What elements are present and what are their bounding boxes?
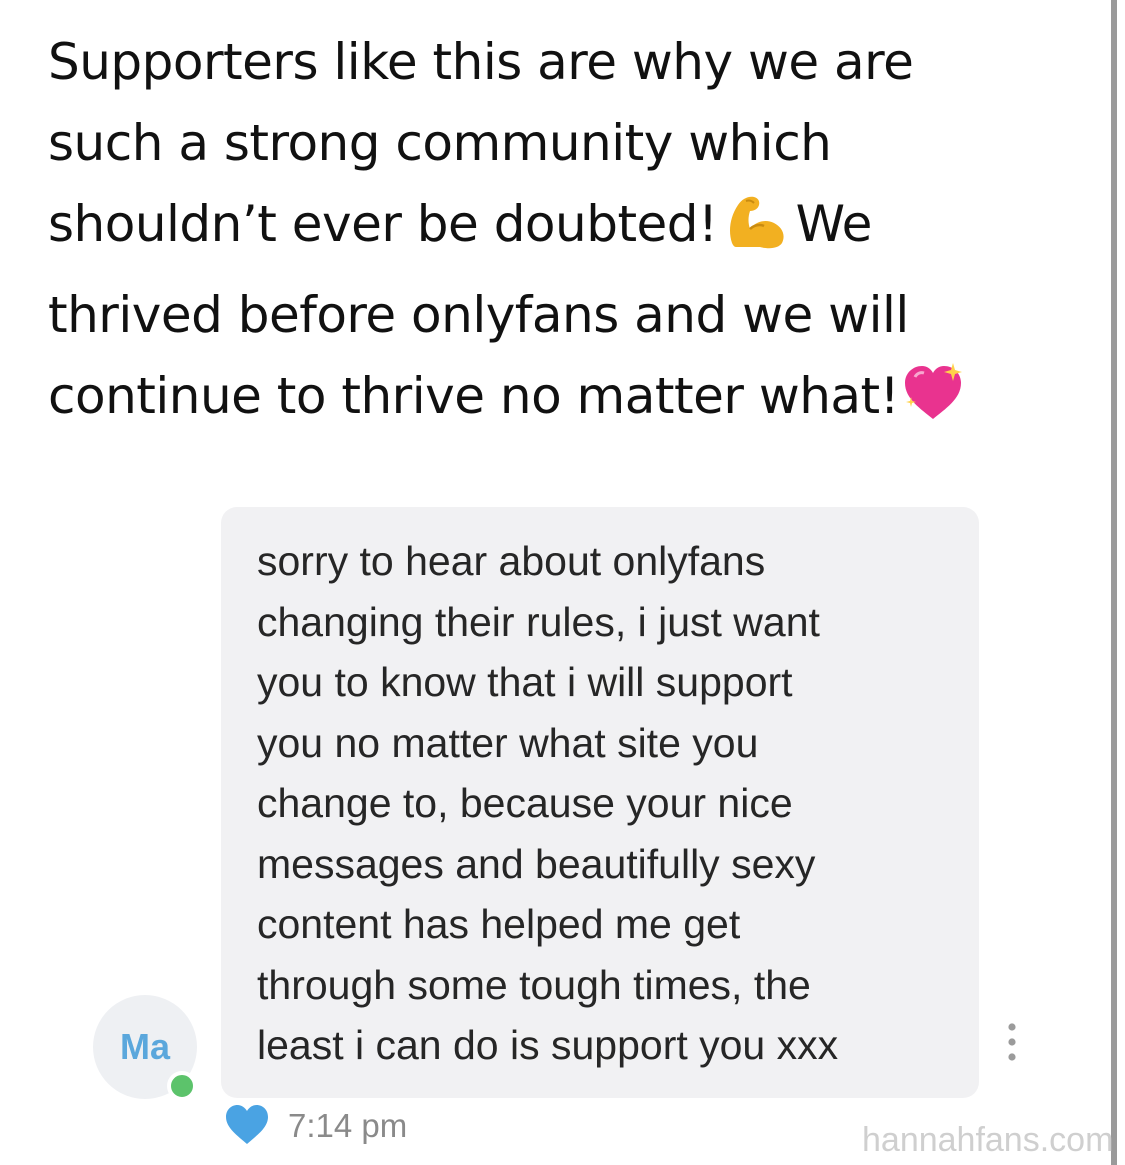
message-line: least i can do is support you xxx <box>257 1022 839 1068</box>
tweet-line: thrived before onlyfans and we will <box>48 286 909 344</box>
message-line: content has helped me get <box>257 901 741 947</box>
message-line: you no matter what site you <box>257 719 759 766</box>
tweet-line: shouldn’t ever be doubted! We <box>48 184 1048 275</box>
message-timestamp: 7:14 pm <box>288 1107 408 1144</box>
message-text: sorry to hear about onlyfans changing th… <box>257 531 957 1076</box>
sparkling-heart-icon <box>901 361 967 447</box>
message-line: messages and beautifully sexy <box>257 840 816 887</box>
tweet-line: continue to thrive no matter what! <box>48 356 1048 447</box>
scrollbar-edge <box>1111 0 1117 1165</box>
online-status-indicator <box>167 1071 197 1101</box>
tweet-line: Supporters like this are why we are <box>48 33 914 91</box>
watermark: hannahfans.com <box>862 1121 1114 1159</box>
heart-icon[interactable] <box>224 1104 270 1146</box>
tweet-text: Supporters like this are why we are such… <box>48 22 1048 447</box>
message-line: change to, because your nice <box>257 780 793 826</box>
flexed-biceps-icon <box>724 191 790 275</box>
message-bubble[interactable]: sorry to hear about onlyfans changing th… <box>221 507 979 1098</box>
more-options-icon[interactable] <box>1004 1021 1020 1063</box>
message-line: you to know that i will support <box>257 659 793 705</box>
message-line: sorry to hear about onlyfans <box>257 538 766 584</box>
message-line: through some tough times, the <box>257 961 811 1008</box>
tweet-line: such a strong community which <box>48 114 832 172</box>
message-line: changing their rules, i just want <box>257 598 820 645</box>
